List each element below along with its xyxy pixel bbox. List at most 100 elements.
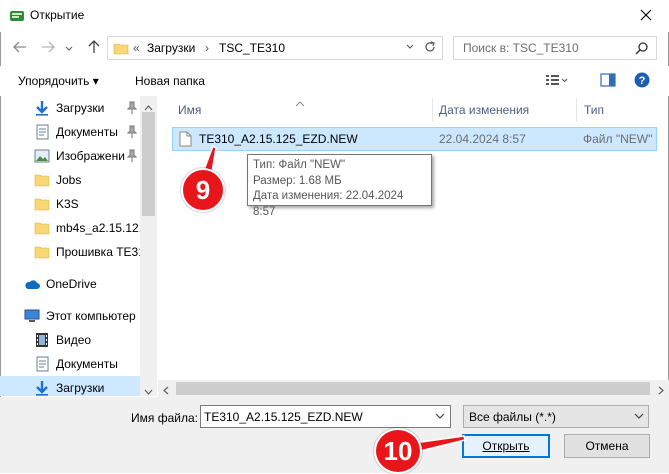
breadcrumb-item-tsc[interactable]: TSC_TE310: [219, 41, 285, 55]
file-type-value: Все файлы (*.*): [469, 410, 556, 424]
app-icon: [9, 9, 25, 23]
file-list-scrollbar[interactable]: [158, 380, 669, 397]
document-icon: [34, 124, 50, 140]
window-title: Открытие: [30, 8, 85, 22]
folder-icon: [34, 196, 50, 212]
sidebar-item-pictures-quick[interactable]: Изображени: [0, 144, 140, 168]
filename-input[interactable]: TE310_A2.15.125_EZD.NEW: [200, 405, 451, 428]
forward-button[interactable]: [38, 38, 58, 58]
sidebar-item-label: Этот компьютер: [46, 309, 136, 323]
folder-icon: [34, 220, 50, 236]
up-arrow-icon: [88, 39, 100, 57]
folder-icon: [113, 41, 129, 58]
sidebar-item-label: Прошивка TE31: [56, 245, 140, 259]
pin-icon: [126, 125, 138, 139]
breadcrumb-item-downloads[interactable]: Загрузки: [147, 41, 195, 55]
chevron-down-icon: [634, 410, 644, 425]
sidebar-item-jobs[interactable]: Jobs: [0, 168, 140, 192]
address-dropdown-button[interactable]: [405, 40, 415, 57]
tooltip-size: Размер: 1.68 МБ: [253, 174, 342, 187]
sidebar-item-label: Видео: [56, 333, 92, 347]
sidebar-item-label: Jobs: [56, 173, 82, 187]
column-divider[interactable]: [432, 98, 433, 122]
up-button[interactable]: [84, 38, 104, 58]
file-list-scroll-thumb[interactable]: [176, 382, 650, 395]
scroll-left-icon[interactable]: [163, 384, 169, 398]
sidebar-item-label: mb4s_a2.15.121_: [56, 221, 140, 235]
breadcrumb-overflow[interactable]: «: [133, 41, 140, 55]
sidebar-item-label: OneDrive: [46, 277, 97, 291]
file-info-tooltip: Тип: Файл "NEW" Размер: 1.68 МБ Дата изм…: [247, 154, 432, 218]
sidebar-item-label: K3S: [56, 197, 79, 211]
download-arrow-icon: [34, 380, 50, 396]
search-icon: [635, 41, 649, 58]
sidebar-item-downloads[interactable]: Загрузки: [0, 376, 140, 396]
refresh-button[interactable]: [423, 40, 437, 57]
filename-value: TE310_A2.15.125_EZD.NEW: [204, 410, 363, 424]
document-icon: [34, 356, 50, 372]
open-button-label: Открыть: [482, 439, 530, 453]
filename-label: Имя файла:: [131, 411, 198, 425]
sidebar-scrollbar[interactable]: [140, 96, 157, 396]
new-folder-button[interactable]: Новая папка: [135, 74, 205, 88]
column-header-date[interactable]: Дата изменения: [439, 96, 529, 124]
sidebar-item-label: Изображени: [56, 149, 125, 163]
sidebar-item-this-pc[interactable]: Этот компьютер: [0, 304, 140, 328]
chevron-down-icon: [65, 41, 73, 55]
file-type-select[interactable]: Все файлы (*.*): [463, 405, 649, 428]
dialog-footer: Имя файла: TE310_A2.15.125_EZD.NEW Все ф…: [0, 397, 669, 473]
preview-pane-icon: [600, 73, 616, 90]
sidebar-item-label: Загрузки: [56, 101, 105, 115]
preview-pane-button[interactable]: [600, 73, 616, 90]
close-icon: [640, 9, 652, 24]
search-input[interactable]: Поиск в: TSC_TE310: [453, 36, 657, 60]
forward-arrow-icon: [41, 41, 55, 56]
sidebar-item-k3s[interactable]: K3S: [0, 192, 140, 216]
help-button[interactable]: ?: [634, 72, 650, 91]
sidebar-item-documents[interactable]: Документы: [0, 352, 140, 376]
cloud-icon: [24, 276, 40, 292]
sidebar-item-label: Загрузки: [56, 381, 105, 395]
film-icon: [34, 332, 50, 348]
step-badge-10: 10: [374, 428, 422, 474]
open-button[interactable]: Открыть: [462, 434, 550, 458]
download-arrow-icon: [34, 100, 50, 116]
chevron-down-icon: [405, 43, 415, 57]
scroll-right-icon[interactable]: [658, 384, 664, 398]
sidebar-item-onedrive[interactable]: OneDrive: [0, 272, 140, 296]
recent-locations-button[interactable]: [62, 38, 76, 58]
folder-icon: [34, 172, 50, 188]
sidebar-item-videos[interactable]: Видео: [0, 328, 140, 352]
tooltip-modified: Дата изменения: 22.04.2024 8:57: [253, 190, 404, 218]
sidebar-item-documents-quick[interactable]: Документы: [0, 120, 140, 144]
column-divider[interactable]: [576, 98, 577, 122]
column-header-type[interactable]: Тип: [584, 96, 604, 124]
pin-icon: [126, 101, 138, 115]
close-button[interactable]: [626, 2, 666, 30]
sidebar-item-label: Документы: [56, 125, 118, 139]
sidebar-item-firmware[interactable]: Прошивка TE31: [0, 240, 140, 264]
cancel-button[interactable]: Отмена: [564, 434, 650, 458]
sidebar-scroll-thumb[interactable]: [142, 112, 155, 216]
computer-icon: [24, 308, 40, 324]
title-bar: Открытие: [0, 0, 669, 32]
details-view-icon: [545, 75, 569, 90]
file-row[interactable]: TE310_A2.15.125_EZD.NEW 22.04.2024 8:57 …: [172, 127, 657, 151]
back-button[interactable]: [10, 38, 30, 58]
scroll-down-icon[interactable]: [144, 384, 153, 398]
organize-button[interactable]: Упорядочить ▾: [18, 74, 99, 88]
help-icon: ?: [634, 72, 650, 91]
sort-ascending-icon: [295, 96, 305, 110]
folder-icon: [34, 244, 50, 260]
sidebar-item-downloads-quick[interactable]: Загрузки: [0, 96, 140, 120]
pin-icon: [126, 149, 138, 163]
cancel-button-label: Отмена: [585, 439, 629, 453]
chevron-down-icon[interactable]: [435, 410, 445, 425]
address-bar[interactable]: « Загрузки › TSC_TE310: [107, 36, 443, 60]
sidebar-item-mb4s[interactable]: mb4s_a2.15.121_: [0, 216, 140, 240]
view-options-button[interactable]: [545, 73, 569, 90]
sidebar-item-label: Документы: [56, 357, 118, 371]
column-header-name[interactable]: Имя: [178, 96, 201, 124]
file-type: Файл "NEW": [583, 132, 653, 146]
picture-icon: [34, 148, 50, 164]
